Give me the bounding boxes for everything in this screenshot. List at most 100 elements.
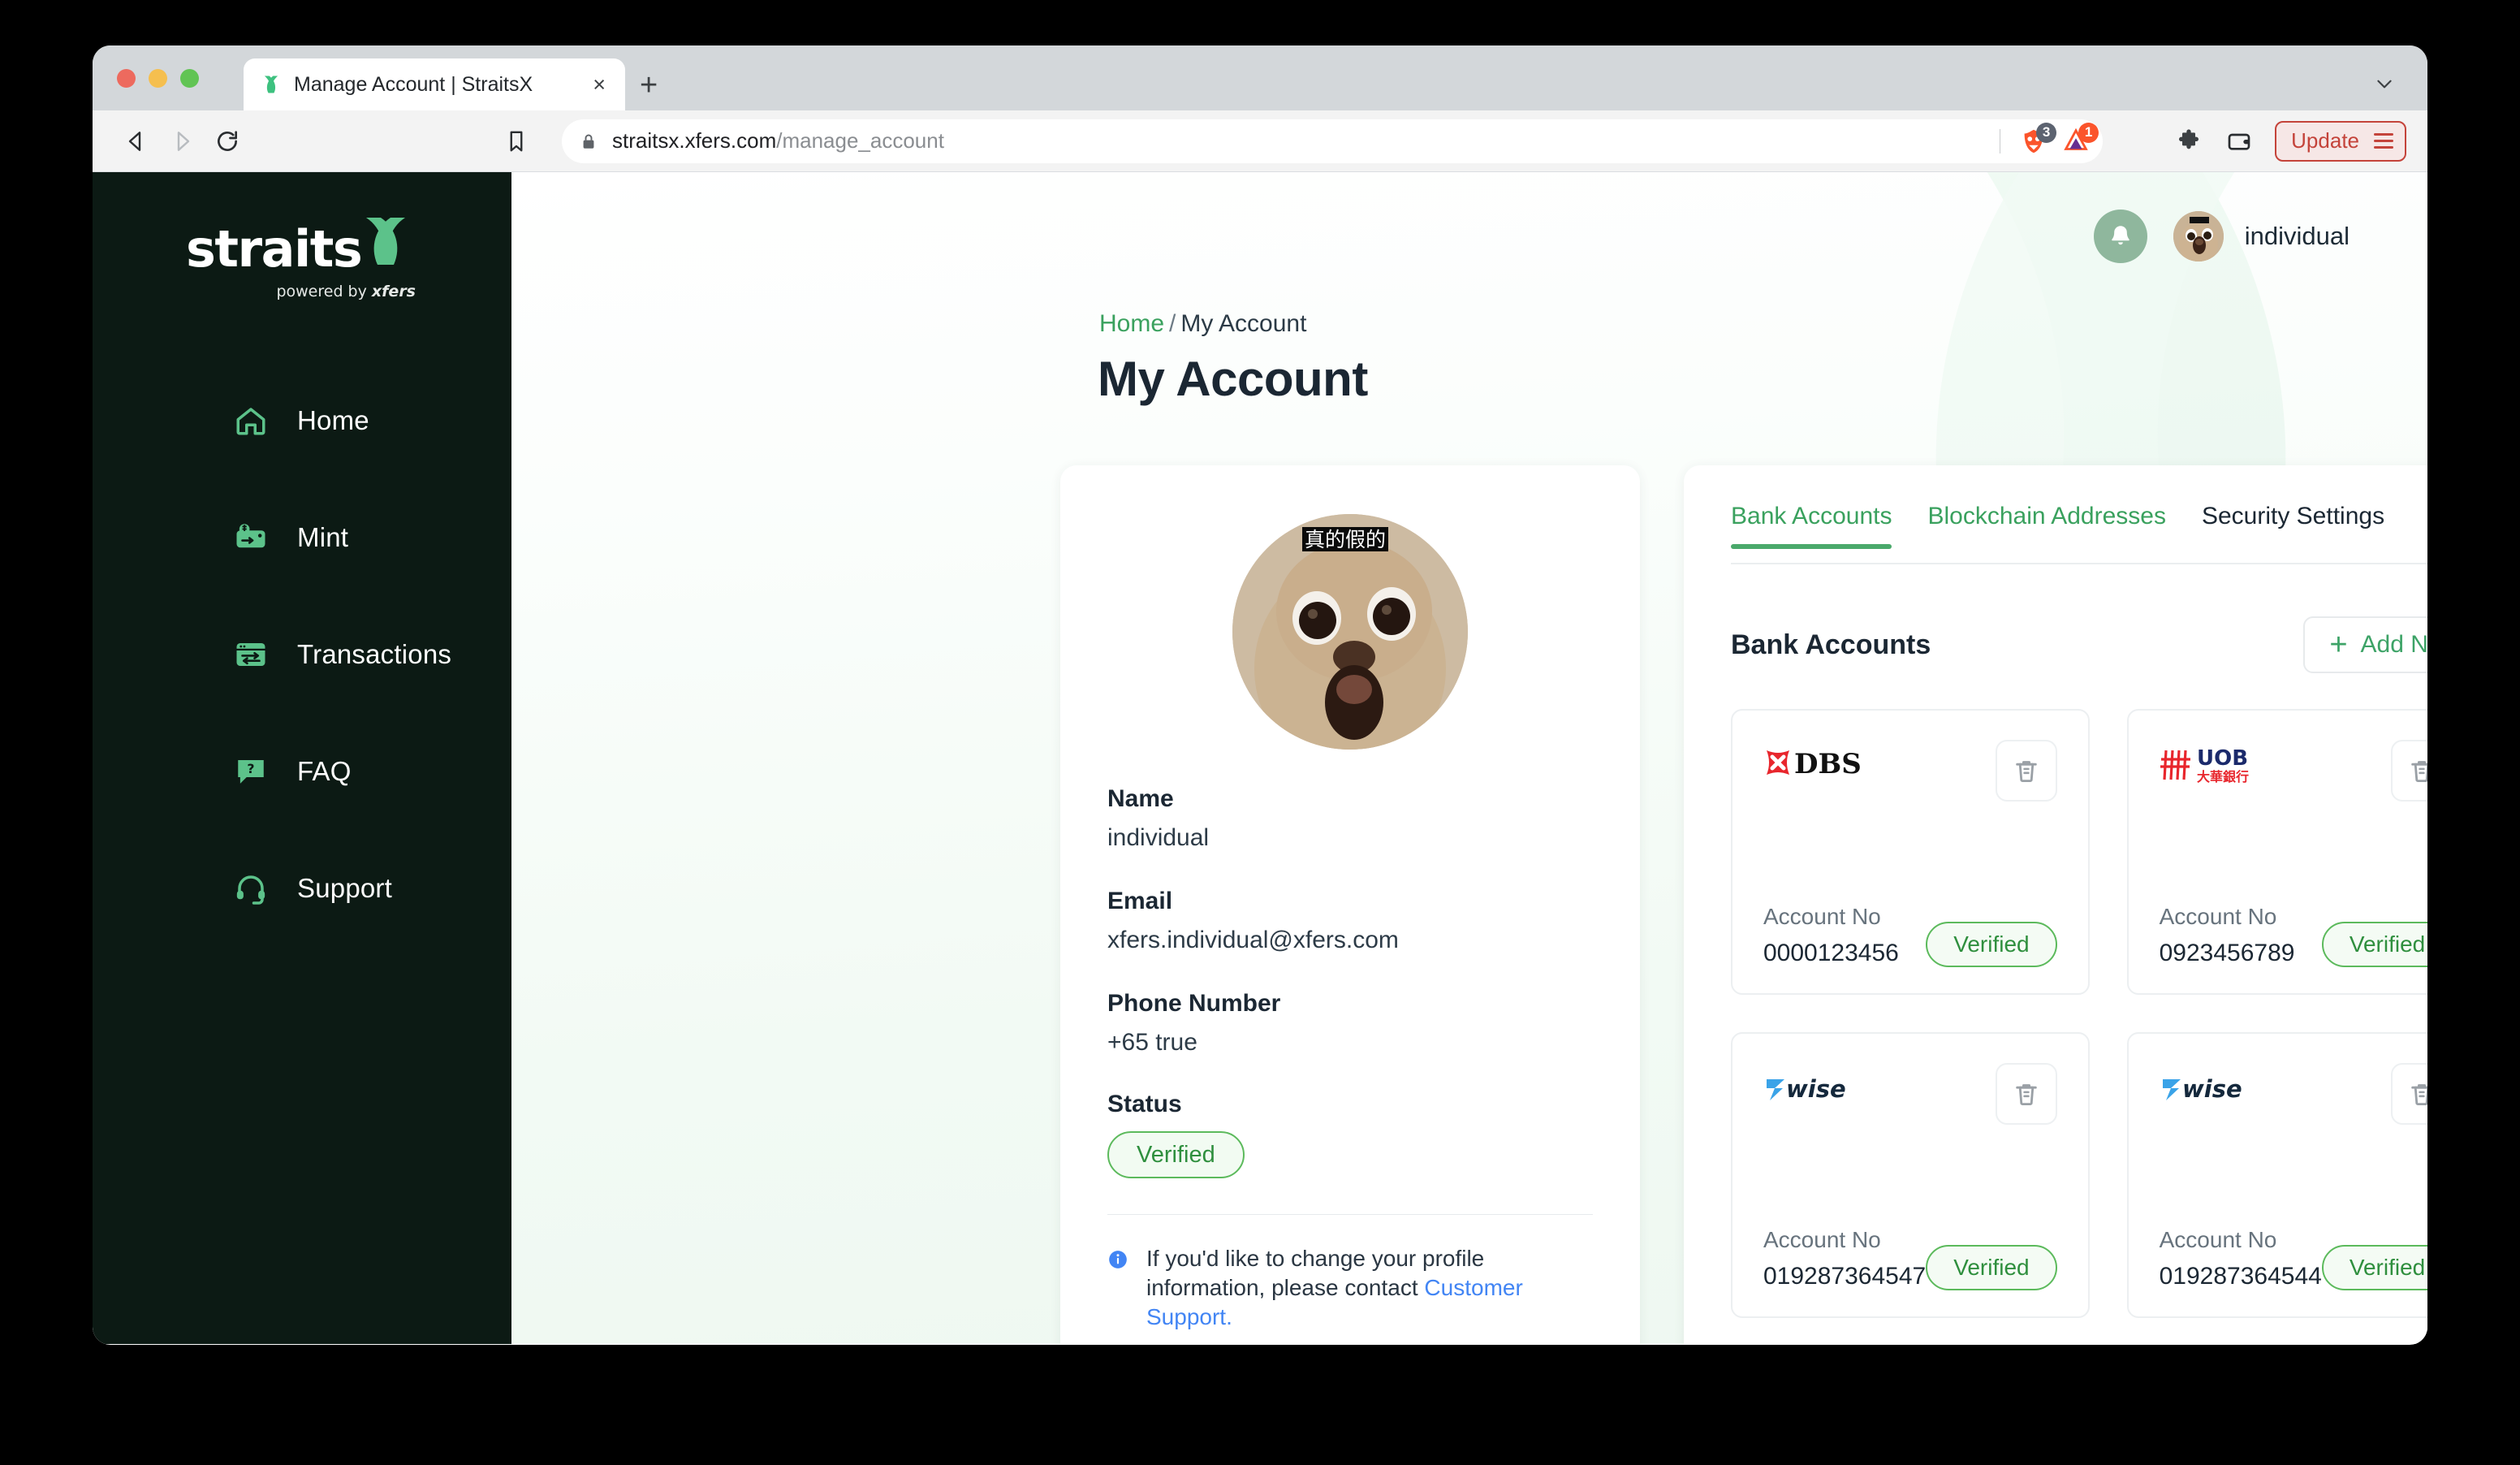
info-circle-icon bbox=[1107, 1249, 1128, 1270]
sidebar-item-label: Transactions bbox=[297, 639, 452, 669]
address-bar-text: straitsx.xfers.com/manage_account bbox=[612, 128, 944, 153]
tab-security-settings[interactable]: Security Settings bbox=[2202, 503, 2384, 548]
plus-icon: + bbox=[2329, 628, 2348, 662]
bank-card-footer: Account No 019287364544 Verified bbox=[2160, 1227, 2427, 1290]
field-value: individual bbox=[1107, 824, 1210, 851]
address-bar[interactable]: straitsx.xfers.com/manage_account 3 1 bbox=[562, 119, 2104, 163]
extensions-puzzle-icon[interactable] bbox=[2168, 120, 2210, 162]
section-title: Bank Accounts bbox=[1731, 629, 1931, 660]
sidebar-item-label: FAQ bbox=[297, 756, 352, 786]
rewards-badge-count: 1 bbox=[2078, 122, 2099, 143]
lock-icon bbox=[580, 131, 598, 152]
mint-icon bbox=[234, 521, 268, 555]
close-tab-button[interactable]: × bbox=[588, 73, 611, 96]
wallet-icon[interactable] bbox=[2218, 120, 2260, 162]
browser-tab[interactable]: Manage Account | StraitsX × bbox=[244, 58, 625, 110]
add-new-button[interactable]: + Add New bbox=[2303, 616, 2427, 673]
delete-account-button[interactable] bbox=[2391, 1063, 2427, 1125]
accounts-section-header: Bank Accounts + Add New bbox=[1731, 616, 2427, 673]
close-window-button[interactable] bbox=[117, 69, 136, 88]
profile-field-name: Name individual bbox=[1107, 785, 1593, 852]
dbs-logo: DBS bbox=[1763, 740, 1901, 790]
status-badge: Verified bbox=[1926, 922, 2057, 967]
notification-bell-button[interactable] bbox=[2093, 210, 2147, 263]
chevron-down-icon[interactable] bbox=[2374, 73, 2395, 94]
browser-menu-icon[interactable] bbox=[2374, 133, 2393, 149]
trash-icon bbox=[2411, 761, 2427, 783]
bank-card-footer: Account No 0923456789 Verified bbox=[2160, 904, 2427, 967]
window-traffic-lights bbox=[117, 69, 199, 88]
sidebar-item-mint[interactable]: Mint bbox=[93, 508, 511, 567]
brave-shields-icon[interactable]: 3 bbox=[2018, 122, 2057, 157]
status-badge: Verified bbox=[1926, 1245, 2057, 1290]
sidebar-item-home[interactable]: Home bbox=[93, 391, 511, 450]
sidebar-item-label: Home bbox=[297, 405, 369, 435]
account-no-label: Account No bbox=[2159, 1227, 2277, 1252]
notification-bell-icon bbox=[2111, 226, 2129, 245]
page-title: My Account bbox=[1098, 352, 1368, 406]
bookmark-icon[interactable] bbox=[494, 119, 539, 164]
delete-account-button[interactable] bbox=[2391, 740, 2427, 802]
url-host: straitsx.xfers.com bbox=[612, 128, 777, 153]
page-content: individual Home/My Account My Account bbox=[511, 172, 2427, 1344]
accounts-panel: Bank Accounts Blockchain Addresses Secur… bbox=[1684, 465, 2427, 1344]
new-tab-button[interactable]: + bbox=[640, 70, 658, 101]
account-no-label: Account No bbox=[1763, 904, 1881, 929]
forward-button[interactable] bbox=[159, 119, 205, 164]
sidebar-item-transactions[interactable]: Transactions bbox=[93, 625, 511, 684]
logo-wordmark: straits bbox=[186, 219, 363, 279]
bank-account-card[interactable]: DBS Account No 0000123456 Verified bbox=[1731, 709, 2090, 995]
panels-row: 真的假的 Name individual Email xfers.individ… bbox=[1060, 465, 2427, 1344]
field-label: Phone Number bbox=[1107, 990, 1281, 1017]
breadcrumb-home-link[interactable]: Home bbox=[1099, 310, 1164, 337]
straitsx-favicon-icon bbox=[260, 73, 283, 96]
profile-field-email: Email xfers.individual@xfers.com bbox=[1107, 888, 1593, 954]
account-no-value: 019287364547 bbox=[1763, 1263, 1927, 1290]
bank-account-card[interactable]: UOB 大華銀行 Account No 0923456789 Verified bbox=[2126, 709, 2427, 995]
update-button[interactable]: Update bbox=[2275, 120, 2406, 162]
user-name-label: individual bbox=[2244, 222, 2350, 250]
logo-tagline: powered by xfers bbox=[276, 283, 416, 300]
bank-card-footer: Account No 019287364547 Verified bbox=[1763, 1227, 2057, 1290]
browser-tab-strip: Manage Account | StraitsX × + bbox=[93, 45, 2427, 110]
bank-card-header: DBS bbox=[1763, 740, 2057, 802]
divider bbox=[1107, 1214, 1593, 1215]
brave-rewards-icon[interactable]: 1 bbox=[2060, 122, 2099, 157]
profile-field-phone: Phone Number +65 true bbox=[1107, 990, 1593, 1057]
profile-note-text: If you'd like to change your profile inf… bbox=[1146, 1244, 1593, 1331]
bank-accounts-grid: DBS Account No 0000123456 Verified UOB 大… bbox=[1731, 709, 2427, 1318]
straitsx-logo[interactable]: straits powered by xfers bbox=[93, 172, 511, 300]
update-button-label: Update bbox=[2291, 128, 2359, 153]
accounts-tabs: Bank Accounts Blockchain Addresses Secur… bbox=[1731, 503, 2427, 566]
tab-bank-accounts[interactable]: Bank Accounts bbox=[1731, 503, 1892, 549]
url-path: /manage_account bbox=[776, 128, 944, 153]
wise-logo: wise bbox=[1763, 1063, 1885, 1113]
back-button[interactable] bbox=[114, 119, 159, 164]
account-no-label: Account No bbox=[1763, 1227, 1881, 1252]
breadcrumb-current: My Account bbox=[1180, 310, 1307, 337]
app-sidebar: straits powered by xfers Home Mint Trans… bbox=[93, 172, 511, 1344]
profile-status: Status Verified bbox=[1107, 1091, 1593, 1178]
sidebar-item-support[interactable]: Support bbox=[93, 859, 511, 918]
reload-button[interactable] bbox=[205, 119, 250, 164]
svg-text:?: ? bbox=[247, 761, 254, 776]
shields-badge-count: 3 bbox=[2036, 122, 2057, 143]
bank-account-card[interactable]: wise bbox=[2126, 1032, 2427, 1318]
home-icon bbox=[234, 404, 268, 438]
tab-blockchain-addresses[interactable]: Blockchain Addresses bbox=[1927, 503, 2166, 548]
delete-account-button[interactable] bbox=[1995, 740, 2057, 802]
sidebar-item-faq[interactable]: ? FAQ bbox=[93, 742, 511, 801]
bank-card-header: UOB 大華銀行 bbox=[2160, 740, 2427, 802]
minimize-window-button[interactable] bbox=[149, 69, 167, 88]
trash-icon bbox=[2411, 1084, 2427, 1106]
bank-account-card[interactable]: wise bbox=[1731, 1032, 2090, 1318]
user-menu[interactable]: individual bbox=[2173, 211, 2350, 261]
maximize-window-button[interactable] bbox=[180, 69, 199, 88]
status-badge: Verified bbox=[1107, 1131, 1245, 1178]
breadcrumb: Home / My Account bbox=[1099, 310, 2427, 338]
bank-card-header: wise bbox=[2160, 1063, 2427, 1125]
page-topbar: individual bbox=[2093, 210, 2350, 263]
status-badge: Verified bbox=[2321, 922, 2427, 967]
avatar bbox=[2173, 211, 2224, 261]
delete-account-button[interactable] bbox=[1995, 1063, 2057, 1125]
